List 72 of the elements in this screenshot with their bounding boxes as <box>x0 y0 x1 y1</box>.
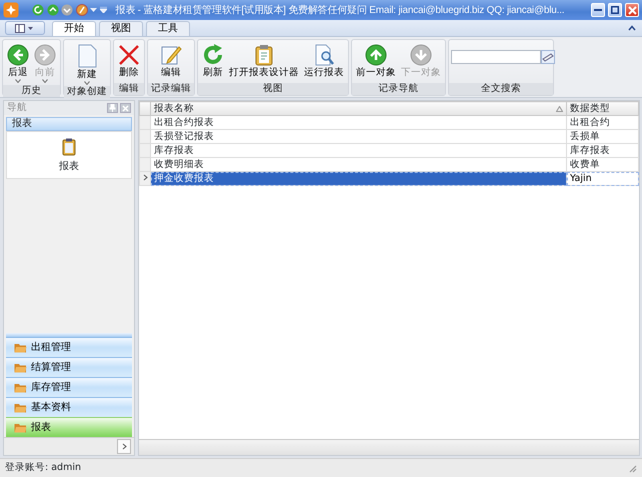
column-header[interactable]: 数据类型 <box>566 102 638 116</box>
close-button[interactable] <box>120 103 131 113</box>
group-label: 记录编辑 <box>148 83 194 95</box>
delete-x-icon <box>118 44 140 66</box>
ribbon-button[interactable]: 删除 <box>116 41 142 80</box>
nav-group-button[interactable]: 出租管理 <box>6 337 132 357</box>
search-button[interactable] <box>541 50 555 64</box>
maximize-icon <box>611 6 619 14</box>
ribbon-button[interactable]: 刷新 <box>200 41 226 80</box>
group-label: 历史 <box>3 85 60 97</box>
table-cell: 押金收费报表 <box>150 172 566 186</box>
ribbon-button[interactable]: 前一对象 <box>354 41 398 80</box>
dropdown-icon[interactable] <box>90 7 97 13</box>
ribbon-button[interactable]: 后退 <box>5 41 31 84</box>
group-label: 视图 <box>198 83 348 95</box>
clipboard-icon <box>253 44 275 66</box>
clipboard-icon[interactable] <box>62 138 76 156</box>
status-text: 登录账号: admin <box>5 460 82 475</box>
table-cell: 出租合约 <box>566 116 638 130</box>
table-cell: Yajin <box>566 172 638 186</box>
maximize-button[interactable] <box>608 3 622 17</box>
collapse-icon[interactable] <box>628 25 636 31</box>
close-icon <box>628 6 636 14</box>
nav-group-button[interactable]: 结算管理 <box>6 357 132 377</box>
resize-grip-icon[interactable] <box>628 464 637 472</box>
group-label: 记录导航 <box>352 83 445 95</box>
group-label: 编辑 <box>114 83 144 95</box>
folder-icon <box>14 362 27 373</box>
nav-group-button[interactable]: 库存管理 <box>6 377 132 397</box>
ribbon-button[interactable]: 打开报表设计器 <box>227 41 301 80</box>
group-label: 全文搜索 <box>449 83 553 95</box>
group-label: 对象创建 <box>64 86 110 98</box>
ribbon-button[interactable]: 运行报表 <box>302 41 346 80</box>
folder-icon <box>14 422 27 433</box>
folder-icon <box>14 402 27 413</box>
window-title: 报表 - 蓝格建材租赁管理软件[试用版本] 免费解答任何疑问 Email: jiancai@bluegrid.biz QQ: jiancai@blu... <box>116 4 566 18</box>
table-cell: 库存报表 <box>566 144 638 158</box>
ribbon-button[interactable]: 编辑 <box>158 41 184 80</box>
panel-layout-icon <box>15 24 35 32</box>
nav-group-button[interactable]: 报表 <box>6 417 132 437</box>
ribbon-button[interactable]: 新建 <box>75 41 99 86</box>
row-header[interactable] <box>140 172 150 186</box>
table-cell: 丢损登记报表 <box>150 130 566 144</box>
app-icon <box>3 2 19 18</box>
pencil-page-icon <box>160 44 182 66</box>
pin-button[interactable] <box>107 103 118 113</box>
refresh-icon <box>202 44 224 66</box>
section-header: 报表 <box>6 117 132 131</box>
customize-icon[interactable] <box>100 7 106 13</box>
ribbon-tab[interactable]: 工具 <box>146 21 190 36</box>
minimize-button[interactable] <box>591 3 605 17</box>
table-cell: 库存报表 <box>150 144 566 158</box>
ribbon-tab[interactable]: 视图 <box>99 21 143 36</box>
magnifier-page-icon <box>313 44 335 66</box>
column-header[interactable]: 报表名称 <box>150 102 566 116</box>
row-pointer-icon <box>143 174 148 182</box>
app-menu-button[interactable] <box>5 21 45 35</box>
table-cell: 出租合约报表 <box>150 116 566 130</box>
minimize-icon <box>594 9 602 11</box>
blank-page-icon <box>77 44 97 68</box>
search-field[interactable] <box>451 50 541 64</box>
folder-icon <box>14 342 27 353</box>
folder-icon <box>14 382 27 393</box>
refresh-icon[interactable] <box>32 4 44 16</box>
nav-item-label[interactable]: 报表 <box>59 158 79 174</box>
nav-group-button[interactable]: 基本资料 <box>6 397 132 417</box>
chevron-icon <box>122 442 126 450</box>
expand-button[interactable] <box>117 439 131 454</box>
pane-title: 导航 <box>7 100 28 115</box>
table-cell: 丢损单 <box>566 130 638 144</box>
compass-icon[interactable] <box>76 4 88 16</box>
ribbon-tab[interactable]: 开始 <box>52 21 96 36</box>
